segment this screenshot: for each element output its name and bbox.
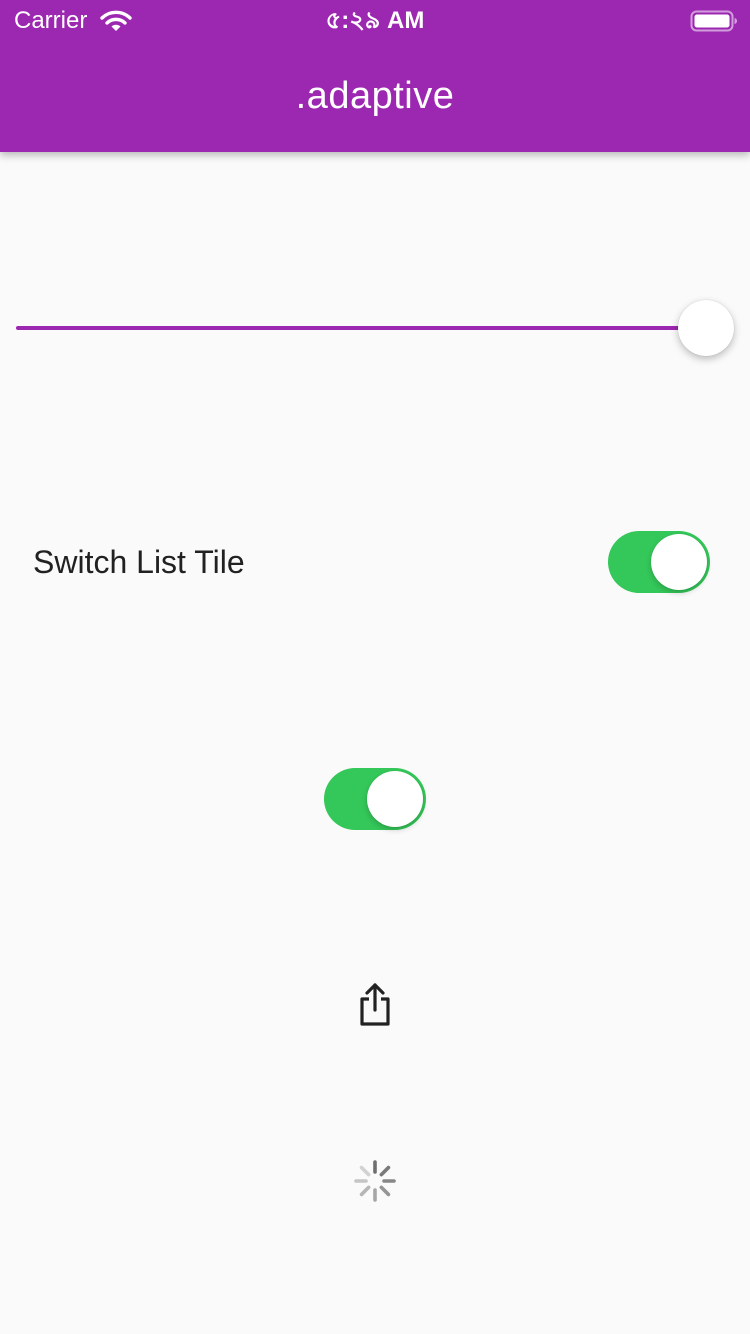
- app-header: Carrier ৫:২৯ AM .adaptive: [0, 0, 750, 152]
- switch-list-tile[interactable]: Switch List Tile: [0, 522, 750, 602]
- status-time: ৫:২৯ AM: [325, 7, 425, 34]
- slider-track[interactable]: [16, 326, 706, 330]
- switch-list-tile-title: Switch List Tile: [33, 544, 245, 580]
- battery-icon: [690, 10, 737, 32]
- switch-knob: [651, 534, 707, 590]
- adaptive-switch[interactable]: [324, 768, 426, 830]
- switch-list-tile-toggle[interactable]: [608, 531, 710, 593]
- app-bar-title: .adaptive: [295, 75, 455, 117]
- adaptive-slider[interactable]: [16, 298, 736, 358]
- spinner-icon: [354, 1160, 396, 1202]
- share-icon[interactable]: [354, 982, 396, 1028]
- slider-thumb[interactable]: [678, 300, 734, 356]
- status-bar: Carrier ৫:২৯ AM: [0, 0, 750, 40]
- switch-knob: [367, 771, 423, 827]
- app-screen: Carrier ৫:২৯ AM .adaptive Switch List Ti…: [0, 0, 750, 1334]
